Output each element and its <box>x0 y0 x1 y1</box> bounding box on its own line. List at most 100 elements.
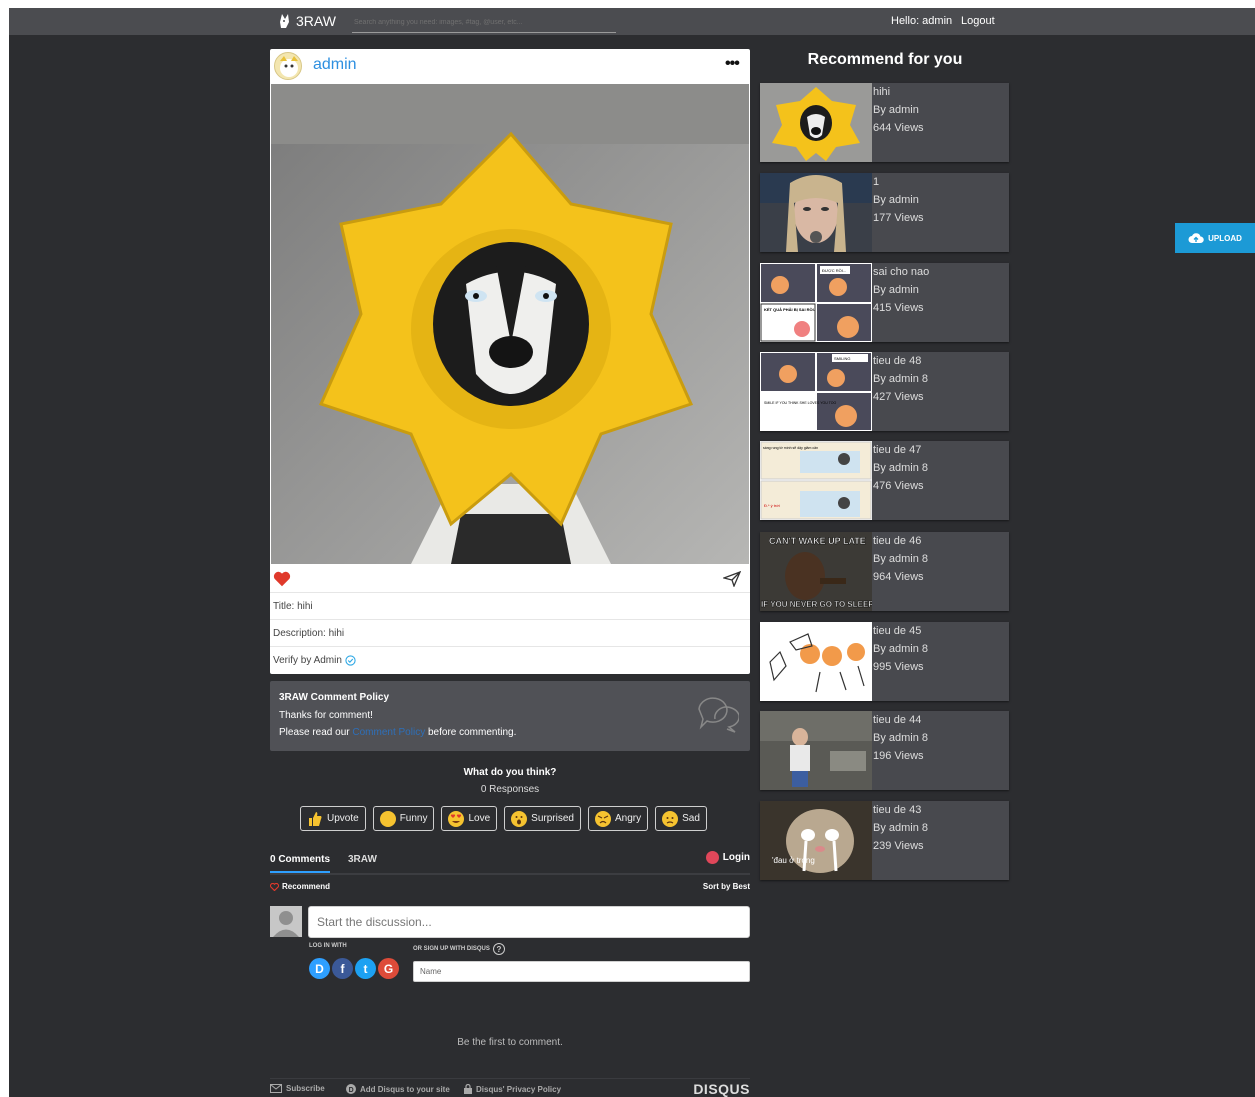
recommend-item[interactable]: tieu de 44 By admin 8 196 Views <box>760 711 1009 790</box>
policy-read-pre: Please read our <box>279 727 353 738</box>
disqus-footer: Subscribe D Add Disqus to your site Disq… <box>270 1078 750 1097</box>
upload-label: UPLOAD <box>1208 233 1242 243</box>
reaction-surprised[interactable]: Surprised <box>504 806 581 831</box>
more-options-icon[interactable]: ••• <box>725 55 740 73</box>
angry-face-icon <box>594 810 611 827</box>
recommend-item-author: By admin 8 <box>873 553 929 565</box>
husky-logo-icon <box>280 14 289 28</box>
help-icon[interactable]: ? <box>492 943 505 955</box>
recommend-item-author: By admin 8 <box>873 373 929 385</box>
heart-icon[interactable] <box>273 570 291 588</box>
recommend-item-title: tieu de 47 <box>873 444 922 456</box>
recommend-item-title: 1 <box>873 176 880 188</box>
reactions-bar: Upvote Funny Love Surprised Angry Sad <box>300 806 707 831</box>
chat-bubbles-icon <box>698 697 739 733</box>
post-actions <box>270 565 750 593</box>
lock-icon <box>464 1084 472 1094</box>
name-input[interactable] <box>413 961 750 982</box>
recommend-item-views: 415 Views <box>873 302 924 314</box>
tab-community[interactable]: 3RAW <box>348 854 377 865</box>
logo-text: 3RAW <box>296 13 336 29</box>
recommend-item-title: tieu de 46 <box>873 535 922 547</box>
recommend-item[interactable]: 1 By admin 177 Views <box>760 173 1009 252</box>
greeting-text: Hello: admin <box>891 15 953 27</box>
guest-avatar <box>270 906 302 937</box>
recommend-item-views: 427 Views <box>873 391 924 403</box>
recommend-item[interactable]: tieu de 45 By admin 8 995 Views <box>760 622 1009 701</box>
reaction-funny[interactable]: Funny <box>372 806 435 831</box>
subscribe-label: Subscribe <box>286 1084 325 1093</box>
send-icon[interactable] <box>723 571 741 587</box>
search-input[interactable] <box>352 12 616 33</box>
add-disqus-link[interactable]: D Add Disqus to your site <box>346 1084 450 1094</box>
disqus-brand-logo[interactable]: DISQUS <box>693 1081 750 1097</box>
heart-outline-icon <box>270 882 279 891</box>
recommend-thumbnail <box>760 83 872 162</box>
recommend-item-title: tieu de 43 <box>873 804 922 816</box>
post-title: Title: hihi <box>270 593 750 620</box>
sign-up-text: OR SIGN UP WITH DISQUS <box>413 946 490 952</box>
recommend-item[interactable]: 'đau ở trong tieu de 43 By admin 8 239 V… <box>760 801 1009 880</box>
recommend-item-author: By admin 8 <box>873 462 929 474</box>
thumb-text: sáng rung tớ mình sẽ dậy giảm cân <box>763 446 818 450</box>
upload-button[interactable]: UPLOAD <box>1175 223 1255 253</box>
post-image <box>271 84 749 564</box>
thumb-text: SMILE IF YOU THINK SHE LOVES YOU TOO <box>764 401 837 405</box>
twitter-login-icon[interactable]: t <box>355 958 376 979</box>
privacy-policy-link[interactable]: Disqus' Privacy Policy <box>464 1084 561 1094</box>
recommend-item-title: tieu de 44 <box>873 714 922 726</box>
recommend-thumbnail: sáng rung tớ mình sẽ dậy giảm cân Đ.* ý t… <box>760 441 872 520</box>
comment-tabs: 0 Comments 3RAW Login <box>270 851 750 875</box>
site-logo[interactable]: 3RAW <box>279 13 336 29</box>
subscribe-link[interactable]: Subscribe <box>270 1084 325 1093</box>
responses-count: 0 Responses <box>480 784 540 795</box>
thumbs-up-icon <box>309 811 322 826</box>
comment-policy-box: 3RAW Comment Policy Thanks for comment! … <box>270 681 750 751</box>
sort-dropdown[interactable]: Sort by Best <box>703 882 750 891</box>
reaction-label: Love <box>468 813 491 824</box>
post-card: admin ••• Title: hihi Description: hihi … <box>270 49 750 674</box>
discussion-input[interactable] <box>308 906 750 938</box>
thumb-text: CAN'T WAKE UP LATE <box>769 536 866 546</box>
user-avatar[interactable] <box>274 52 302 80</box>
reaction-love[interactable]: Love <box>441 806 498 831</box>
laughing-face-icon <box>379 810 396 827</box>
logout-link[interactable]: Logout <box>961 15 995 27</box>
notification-dot-icon <box>705 851 719 864</box>
top-navbar: 3RAW Hello: admin Logout <box>9 8 1255 35</box>
add-disqus-label: Add Disqus to your site <box>360 1084 450 1094</box>
recommend-item[interactable]: sáng rung tớ mình sẽ dậy giảm cân Đ.* ý t… <box>760 441 1009 520</box>
reaction-sad[interactable]: Sad <box>655 806 707 831</box>
login-button[interactable]: Login <box>705 851 750 864</box>
recommend-item[interactable]: CAN'T WAKE UP LATE IF YOU NEVER GO TO SLE… <box>760 532 1009 611</box>
post-verify: Verify by Admin <box>270 647 750 674</box>
thumb-text: 'đau ở trong <box>772 856 815 865</box>
sad-face-icon <box>662 810 679 827</box>
app-frame: 3RAW Hello: admin Logout admin ••• <box>9 8 1255 1097</box>
reaction-upvote[interactable]: Upvote <box>300 806 366 831</box>
tab-comments[interactable]: 0 Comments <box>270 854 331 873</box>
recommend-item-views: 644 Views <box>873 122 924 134</box>
recommend-thumbnail <box>760 173 872 252</box>
log-in-with-label: LOG IN WITH <box>309 943 347 949</box>
verified-check-icon <box>345 655 356 666</box>
comment-subbar: Recommend Sort by Best <box>270 880 750 896</box>
privacy-label: Disqus' Privacy Policy <box>476 1084 562 1094</box>
post-username[interactable]: admin <box>313 56 357 74</box>
recommend-item-author: By admin 8 <box>873 732 929 744</box>
recommend-item-author: By admin <box>873 194 919 206</box>
cloud-upload-icon <box>1188 233 1204 243</box>
facebook-login-icon[interactable]: f <box>332 958 353 979</box>
recommend-item-views: 196 Views <box>873 750 924 762</box>
reaction-label: Funny <box>399 813 428 824</box>
google-login-icon[interactable]: G <box>378 958 399 979</box>
recommend-item[interactable]: SMILING SMILE IF YOU THINK SHE LOVES YOU … <box>760 352 1009 431</box>
surprised-face-icon <box>511 810 528 827</box>
comment-policy-link[interactable]: Comment Policy <box>352 727 425 738</box>
reaction-angry[interactable]: Angry <box>587 806 649 831</box>
disqus-login-icon[interactable]: D <box>309 958 330 979</box>
recommend-button[interactable]: Recommend <box>270 882 330 891</box>
recommend-title: Recommend for you <box>807 51 963 68</box>
recommend-item[interactable]: ĐƯỢC RỒI... KẾT QUẢ PHẢI BỊ SAI RỒI. sai … <box>760 263 1009 342</box>
recommend-item[interactable]: hihi By admin 644 Views <box>760 83 1009 162</box>
